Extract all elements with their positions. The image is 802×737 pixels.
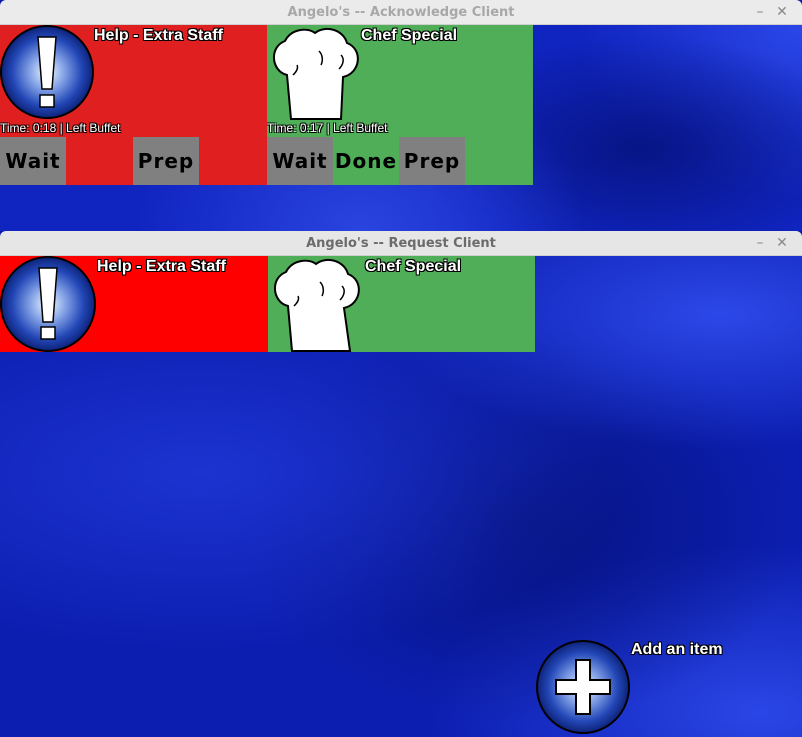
card-title: Chef Special xyxy=(365,258,462,275)
card-title: Help - Extra Staff xyxy=(94,27,223,44)
request-client-area: Help - Extra Staff Chef Special Add an i… xyxy=(0,256,802,737)
minimize-button[interactable]: – xyxy=(752,0,768,25)
window-title: Angelo's -- Acknowledge Client xyxy=(287,5,515,20)
chef-hat-icon xyxy=(273,27,359,120)
close-button[interactable]: ✕ xyxy=(774,0,790,25)
acknowledge-client-area: Help - Extra Staff Time: 0:18 | Left Buf… xyxy=(0,25,802,231)
card-title: Chef Special xyxy=(361,27,458,44)
card-time: Time: 0:18 | Left Buffet xyxy=(0,121,121,135)
exclamation-icon xyxy=(0,256,96,352)
request-client-window: Angelo's -- Request Client – ✕ Help - Ex… xyxy=(0,231,802,737)
minimize-button[interactable]: – xyxy=(752,231,768,256)
card-title: Help - Extra Staff xyxy=(97,258,226,275)
prep-button[interactable]: Prep xyxy=(399,137,465,185)
window-title: Angelo's -- Request Client xyxy=(306,236,496,251)
close-button[interactable]: ✕ xyxy=(774,231,790,256)
request-button-chef-special[interactable]: Chef Special xyxy=(268,256,535,352)
add-item-label[interactable]: Add an item xyxy=(631,641,723,659)
request-card-chef-special: Chef Special Time: 0:17 | Left Buffet Wa… xyxy=(267,25,533,185)
prep-button[interactable]: Prep xyxy=(133,137,199,185)
request-card-help-extra-staff: Help - Extra Staff Time: 0:18 | Left Buf… xyxy=(0,25,267,185)
request-button-help-extra-staff[interactable]: Help - Extra Staff xyxy=(0,256,268,352)
acknowledge-client-window: Angelo's -- Acknowledge Client – ✕ Help … xyxy=(0,0,802,231)
request-titlebar[interactable]: Angelo's -- Request Client – ✕ xyxy=(0,231,802,256)
card-time: Time: 0:17 | Left Buffet xyxy=(267,121,388,135)
wait-button[interactable]: Wait xyxy=(0,137,66,185)
chef-hat-icon xyxy=(274,258,360,352)
add-item-button[interactable] xyxy=(536,640,632,736)
done-button[interactable]: Done xyxy=(333,137,399,185)
wait-button[interactable]: Wait xyxy=(267,137,333,185)
acknowledge-titlebar[interactable]: Angelo's -- Acknowledge Client – ✕ xyxy=(0,0,802,25)
exclamation-icon xyxy=(0,25,94,119)
